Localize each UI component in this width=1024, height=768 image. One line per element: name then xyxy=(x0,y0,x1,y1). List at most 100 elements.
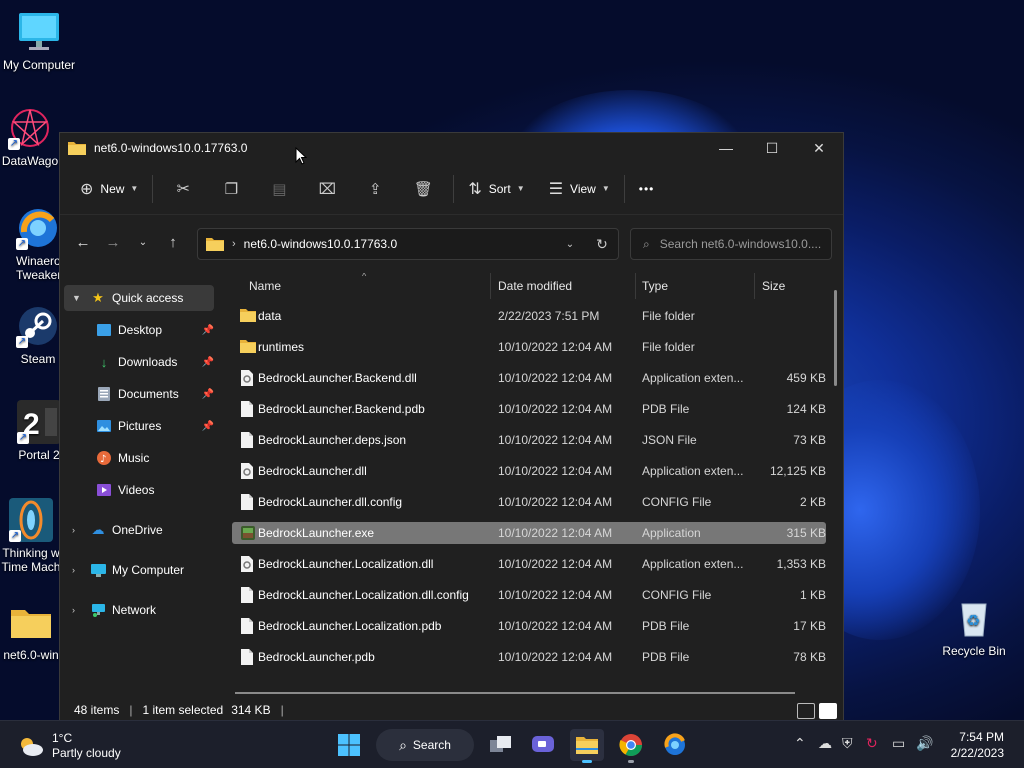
nav-item-downloads[interactable]: ↓ Downloads 📌 xyxy=(96,349,214,375)
folder-row[interactable]: data 2/22/2023 7:51 PM File folder xyxy=(232,305,826,327)
nav-item-onedrive[interactable]: › ☁ OneDrive xyxy=(64,517,214,543)
vertical-scrollbar[interactable] xyxy=(834,290,837,386)
column-divider[interactable] xyxy=(635,273,636,299)
refresh-button[interactable]: ↻ xyxy=(586,236,618,253)
winaero-taskbar-button[interactable] xyxy=(658,729,692,761)
file-date-modified: 10/10/2022 12:04 AM xyxy=(498,526,613,540)
show-hidden-icons-button[interactable]: ⌃ xyxy=(794,735,806,752)
desktop-icon-my-computer[interactable]: My Computer xyxy=(1,10,77,72)
weather-widget[interactable]: 1°C Partly cloudy xyxy=(18,731,121,761)
breadcrumb-current[interactable]: net6.0-windows10.0.17763.0 xyxy=(244,237,554,251)
search-box[interactable]: ⌕ Search net6.0-windows10.0.... xyxy=(630,228,832,260)
address-history-button[interactable]: ⌄ xyxy=(554,239,586,250)
file-size: 78 KB xyxy=(793,650,826,664)
file-row[interactable]: BedrockLauncher.deps.json 10/10/2022 12:0… xyxy=(232,429,826,451)
file-date-modified: 10/10/2022 12:04 AM xyxy=(498,619,613,633)
file-explorer-taskbar-button[interactable] xyxy=(570,729,604,763)
nav-item-videos[interactable]: Videos xyxy=(96,477,214,503)
file-row[interactable]: BedrockLauncher.dll 10/10/2022 12:04 AM Ap… xyxy=(232,460,826,482)
file-row[interactable]: BedrockLauncher.Backend.pdb 10/10/2022 12… xyxy=(232,398,826,420)
nav-item-network[interactable]: › Network xyxy=(64,597,214,623)
file-size: 12,125 KB xyxy=(769,464,826,478)
up-button[interactable]: ↑ xyxy=(158,227,188,257)
more-options-button[interactable]: ••• xyxy=(631,173,663,205)
sort-label: Sort xyxy=(488,181,511,196)
column-divider[interactable] xyxy=(754,273,755,299)
view-label: View xyxy=(570,181,596,196)
column-header-date[interactable]: Date modified xyxy=(498,279,572,293)
file-row[interactable]: BedrockLauncher.exe 10/10/2022 12:04 AM Ap… xyxy=(232,522,826,544)
nav-item-my-computer[interactable]: › My Computer xyxy=(64,557,214,583)
file-size: 17 KB xyxy=(793,619,826,633)
mouse-cursor-icon xyxy=(295,147,307,165)
more-icon: ••• xyxy=(638,181,655,196)
taskbar-search-button[interactable]: ⌕ Search xyxy=(376,729,474,761)
download-icon: ↓ xyxy=(100,354,108,370)
share-button[interactable]: ⇪ xyxy=(351,173,399,205)
running-indicator xyxy=(628,760,634,763)
close-button[interactable]: ✕ xyxy=(795,133,843,163)
title-bar[interactable]: net6.0-windows10.0.17763.0 — ☐ ✕ xyxy=(60,133,843,163)
nav-item-quick-access[interactable]: ▼ ★ Quick access xyxy=(64,285,214,311)
desktop-icon-net6-folder[interactable]: net6.0-win xyxy=(0,600,62,662)
desktop-icon-thinking[interactable]: ↗ Thinking w Time Mach xyxy=(0,498,62,574)
delete-button[interactable]: 🗑 xyxy=(399,173,447,205)
network-tray-icon[interactable]: ▭ xyxy=(892,735,905,752)
rename-button[interactable]: ⌧ xyxy=(303,173,351,205)
security-tray-icon[interactable]: ⛨ xyxy=(842,735,853,752)
file-row[interactable]: BedrockLauncher.pdb 10/10/2022 12:04 AM PD… xyxy=(232,646,826,668)
nav-item-label: Music xyxy=(118,451,150,465)
file-row-partial[interactable] xyxy=(232,677,826,685)
file-row[interactable]: BedrockLauncher.Localization.dll.config 1… xyxy=(232,584,826,606)
column-header-size[interactable]: Size xyxy=(762,279,785,293)
nav-item-documents[interactable]: Documents 📌 xyxy=(96,381,214,407)
forward-button[interactable]: → xyxy=(98,227,128,257)
column-header-name[interactable]: Name xyxy=(249,279,281,293)
cut-button[interactable]: ✂ xyxy=(159,173,207,205)
tiles-view-button[interactable] xyxy=(819,703,837,719)
file-type: PDB File xyxy=(642,650,690,664)
update-tray-icon[interactable]: ↻ xyxy=(866,735,878,752)
arrow-right-icon: → xyxy=(105,233,121,251)
column-divider[interactable] xyxy=(490,273,491,299)
paste-button[interactable]: ▤ xyxy=(255,173,303,205)
file-row[interactable]: BedrockLauncher.Localization.dll 10/10/20… xyxy=(232,553,826,575)
file-row[interactable]: BedrockLauncher.Backend.dll 10/10/2022 12… xyxy=(232,367,826,389)
chrome-taskbar-button[interactable] xyxy=(614,729,648,763)
recent-locations-button[interactable]: ⌄ xyxy=(128,227,158,257)
maximize-button[interactable]: ☐ xyxy=(749,133,795,163)
sort-button[interactable]: ⇅ Sort ▼ xyxy=(460,173,532,205)
desktop-icon-datawago[interactable]: ↗ DataWago xyxy=(0,106,62,168)
file-icon xyxy=(240,494,256,510)
command-bar: ⊕ New ▼ ✂ ❐ ▤ ⌧ ⇪ 🗑 ⇅ Sort ▼ ☰ View ▼ ••… xyxy=(60,163,843,215)
chat-button[interactable] xyxy=(526,729,560,761)
system-clock[interactable]: 7:54 PM 2/22/2023 xyxy=(951,729,1004,761)
new-button[interactable]: ⊕ New ▼ xyxy=(72,173,146,205)
back-button[interactable]: ← xyxy=(68,227,98,257)
horizontal-scrollbar[interactable] xyxy=(235,692,795,694)
shortcut-arrow-icon: ↗ xyxy=(17,432,29,444)
onedrive-tray-icon[interactable]: ☁ xyxy=(818,735,832,752)
nav-item-label: Quick access xyxy=(112,291,184,305)
column-header-type[interactable]: Type xyxy=(642,279,668,293)
nav-item-music[interactable]: ♪ Music xyxy=(96,445,214,471)
desktop-icon-recycle-bin[interactable]: ♻ Recycle Bin xyxy=(936,596,1012,658)
view-button[interactable]: ☰ View ▼ xyxy=(541,173,618,205)
task-view-button[interactable] xyxy=(484,729,518,761)
copy-button[interactable]: ❐ xyxy=(207,173,255,205)
minimize-button[interactable]: — xyxy=(703,133,749,163)
clock-date: 2/22/2023 xyxy=(950,746,1004,760)
volume-icon[interactable]: 🔊 xyxy=(916,735,933,752)
nav-item-desktop[interactable]: Desktop 📌 xyxy=(96,317,214,343)
desktop-icon-label: Thinking w Time Mach xyxy=(1,546,61,574)
details-view-button[interactable] xyxy=(797,703,815,719)
file-row[interactable]: BedrockLauncher.Localization.pdb 10/10/20… xyxy=(232,615,826,637)
address-bar[interactable]: › net6.0-windows10.0.17763.0 ⌄ ↻ xyxy=(197,228,619,260)
pin-icon: 📌 xyxy=(201,324,214,336)
folder-row[interactable]: runtimes 10/10/2022 12:04 AM File folder xyxy=(232,336,826,358)
file-size: 459 KB xyxy=(786,371,826,385)
nav-item-label: My Computer xyxy=(112,563,185,577)
file-row[interactable]: BedrockLauncher.dll.config 10/10/2022 12:… xyxy=(232,491,826,513)
start-button[interactable] xyxy=(332,729,366,761)
nav-item-pictures[interactable]: Pictures 📌 xyxy=(96,413,214,439)
